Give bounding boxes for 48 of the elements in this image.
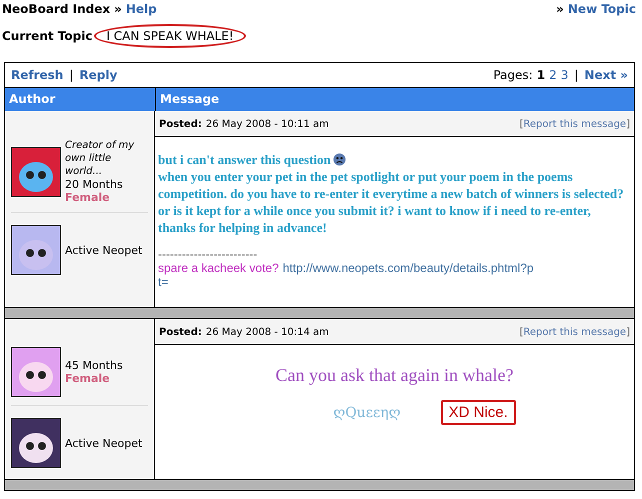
page-link[interactable]: 3 [560,68,568,82]
sad-face-icon [332,153,346,166]
new-topic-link[interactable]: New Topic [568,2,636,16]
account-age: 20 Months [65,178,124,191]
avatar-drawing [11,347,61,397]
pet-status: Active Neopet [65,436,142,450]
toolbar-link[interactable]: Refresh [11,68,64,82]
new-topic-marker: » [556,2,564,16]
column-header: Message [159,91,220,108]
annotation-note: XD Nice. [440,400,516,425]
signature-text: spare a kacheek vote? [158,261,279,275]
report-link[interactable]: Report this message [523,119,626,130]
signature-name: ღQuεεηღ [333,404,401,420]
avatar-drawing [11,146,61,196]
page-link[interactable]: 2 [549,68,557,82]
avatar-drawing [11,225,61,275]
breadcrumb-separator: » [114,2,122,16]
pages-label: Pages: [493,68,533,82]
signature-rule: ------------------------- [158,248,258,261]
signature-link[interactable]: http://www.neopets.com/beauty/details.phtml?p [282,261,534,275]
breadcrumb-root: NeoBoard Index [2,2,110,16]
bracket: [ [519,119,524,130]
signature-link[interactable]: t= [158,275,631,289]
pet-status: Active Neopet [65,244,142,256]
page-link[interactable]: 1 [536,68,546,82]
breadcrumb-link[interactable]: Help [126,2,157,16]
message-text: Can you ask that again in whale? [274,365,514,386]
report-link[interactable]: Report this message [523,327,626,338]
message-text: but i can't answer this question [158,151,331,168]
account-age: 45 Months [65,359,123,372]
message-text: when you enter your pet in the pet spotlight or put your poem in the poems competition. do you have to re-enter it everytime a new batch of winners is selected? or is it kept for a while once you submit it? i want to know if i need to re-enter, thanks for helping in advance! [158,168,625,236]
bracket: [ [519,327,524,338]
toolbar-divider: | [69,68,74,82]
posted-date: 26 May 2008 - 10:11 am [206,119,329,130]
toolbar-link[interactable]: Reply [79,68,118,82]
user-title: Creator of my own little world... [65,139,136,178]
bracket: ] [626,119,630,130]
user-gender: Female [65,191,111,204]
next-page-link[interactable]: Next » [584,68,628,82]
current-topic-label: Current Topic [2,29,92,43]
posted-label: Posted: [159,327,202,338]
posted-date: 26 May 2008 - 10:14 am [206,327,329,338]
toolbar-divider: | [574,68,578,82]
topic-title-circled: I CAN SPEAK WHALE! [94,24,246,48]
bracket: ] [626,327,630,338]
posted-label: Posted: [159,119,202,130]
avatar-drawing [11,418,61,468]
user-gender: Female [65,372,111,385]
